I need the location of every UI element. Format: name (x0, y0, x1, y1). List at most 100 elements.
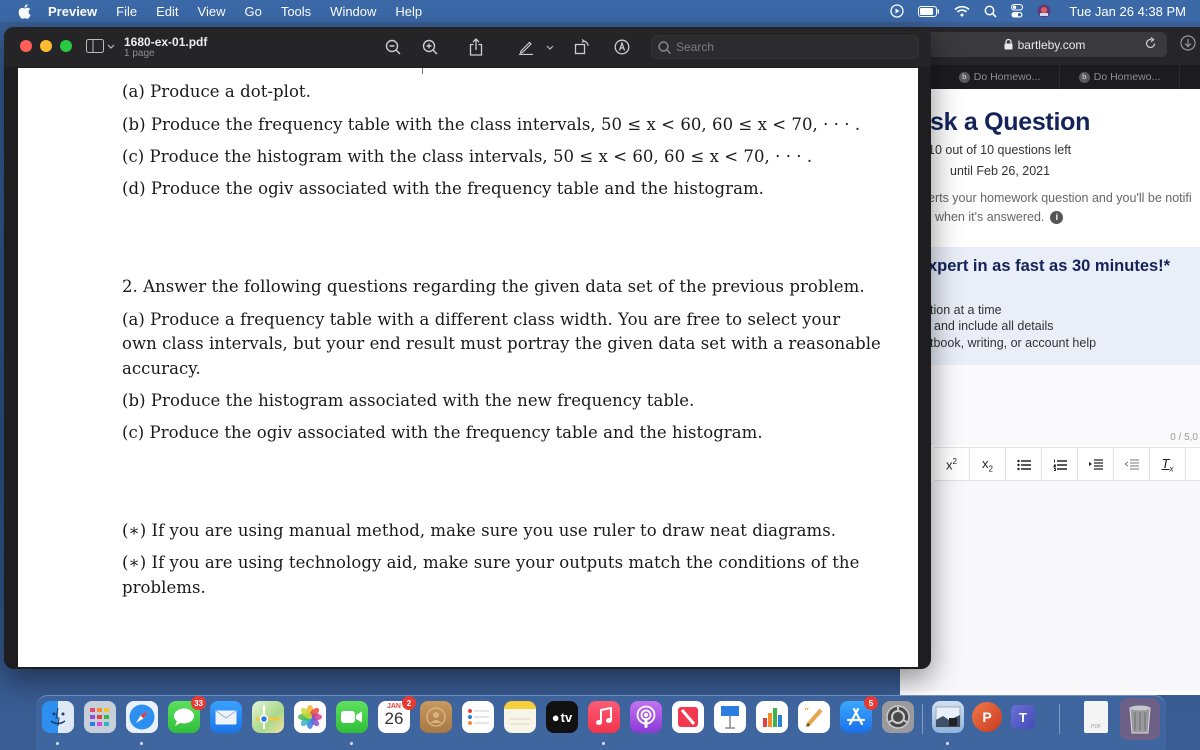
user-avatar-icon[interactable] (1037, 4, 1051, 18)
safari-tab-bar: b Do Homewo... b Do Homewo... (900, 65, 1200, 89)
sidebar-toggle-button[interactable] (86, 39, 115, 53)
numbered-list-button[interactable] (1042, 448, 1078, 481)
calendar-day: 26 (384, 709, 404, 728)
dock-app-store[interactable]: 5 (840, 696, 878, 733)
menu-app-preview[interactable]: Preview (48, 4, 97, 19)
chevron-down-icon (546, 45, 554, 50)
spotlight-icon[interactable] (984, 5, 997, 18)
dock-mail[interactable] (210, 701, 242, 733)
expert-info-box: xpert in as fast as 30 minutes!* tion at… (900, 247, 1200, 365)
menu-help[interactable]: Help (395, 4, 422, 19)
dock-podcasts[interactable] (630, 701, 662, 733)
dock-pages[interactable]: “ (798, 701, 830, 733)
clear-format-button[interactable]: Tx (1150, 448, 1186, 481)
close-window-button[interactable] (20, 40, 32, 52)
rotate-button[interactable] (572, 37, 592, 57)
dock-preview[interactable] (932, 701, 964, 733)
share-button[interactable] (466, 37, 486, 57)
markup-menu-button[interactable] (544, 37, 556, 57)
dock-messages[interactable]: 33 (168, 696, 206, 733)
dock-facetime[interactable] (336, 701, 368, 733)
menu-view[interactable]: View (198, 4, 226, 19)
dock-calendar[interactable]: JAN 26 2 (378, 696, 416, 733)
markup-pen-icon (519, 41, 533, 55)
subscript-button[interactable]: x2 (970, 448, 1006, 481)
calendar-badge: 2 (402, 696, 416, 710)
control-center-icon[interactable] (1011, 4, 1024, 18)
finder-icon (50, 707, 66, 727)
safari-tab[interactable]: b Do Homewo... (1060, 65, 1180, 89)
preview-titlebar: 1680-ex-01.pdf 1 page Search (4, 27, 931, 67)
dock-separator (1059, 704, 1060, 734)
pages-pen-icon: “ (804, 707, 823, 728)
menubar-clock[interactable]: Tue Jan 26 4:38 PM (1069, 4, 1186, 19)
problem1-part-a: (a) Produce a dot-plot. (122, 82, 311, 101)
dock-maps[interactable] (252, 701, 284, 733)
indent-icon (1088, 458, 1103, 470)
dock-finder[interactable] (42, 701, 74, 733)
wifi-icon[interactable] (954, 5, 970, 17)
keynote-podium-icon (721, 706, 739, 729)
news-icon (678, 707, 698, 727)
problem1-part-d: (d) Produce the ogiv associated with the… (122, 179, 764, 198)
dock-contacts[interactable] (420, 701, 452, 733)
dock-notes[interactable] (504, 701, 536, 733)
zoom-in-button[interactable] (420, 37, 440, 57)
dock-music[interactable] (588, 701, 620, 733)
bullet-list-button[interactable] (1006, 448, 1042, 481)
rotate-icon (574, 39, 589, 55)
markup-pen-button[interactable] (516, 37, 536, 57)
menu-window[interactable]: Window (330, 4, 376, 19)
notes-icon (510, 718, 530, 725)
address-bar[interactable]: bartleby.com (922, 32, 1167, 57)
preview-app-icon (935, 706, 961, 728)
screen-record-icon[interactable] (890, 4, 905, 18)
dock-tv[interactable]: ● tv (546, 701, 578, 733)
preview-window: 1680-ex-01.pdf 1 page Search (a) Produce… (4, 27, 931, 669)
facetime-camera-icon (341, 711, 362, 723)
tab-title: Do Homewo... (973, 71, 1041, 83)
subscript-icon: x2 (982, 455, 993, 474)
safari-tab[interactable]: b Do Homewo... (940, 65, 1060, 89)
dock-reminders[interactable] (462, 701, 494, 733)
battery-icon[interactable] (918, 5, 940, 17)
menu-edit[interactable]: Edit (156, 4, 178, 19)
chevron-down-icon (107, 44, 115, 49)
info-icon[interactable]: i (1050, 210, 1064, 224)
description-line: when it's answered. i (935, 210, 1064, 224)
dock-powerpoint[interactable]: P (971, 701, 1003, 733)
apple-menu-icon[interactable] (18, 3, 32, 19)
expert-heading: xpert in as fast as 30 minutes!* (928, 257, 1171, 275)
dock-trash[interactable] (1120, 698, 1160, 740)
indent-button[interactable] (1078, 448, 1114, 481)
reload-icon[interactable] (1144, 37, 1157, 50)
menu-tools[interactable]: Tools (281, 4, 311, 19)
dock-teams[interactable]: T (1007, 701, 1039, 733)
annotate-button[interactable] (612, 37, 632, 57)
zoom-out-button[interactable] (383, 37, 403, 57)
dock-numbers[interactable] (756, 701, 788, 733)
dock-photos[interactable] (294, 701, 326, 733)
search-input[interactable]: Search (651, 35, 919, 59)
superscript-button[interactable]: x2 (934, 448, 970, 481)
dock-keynote[interactable] (714, 701, 746, 733)
dock-system-preferences[interactable] (882, 701, 914, 733)
question-textarea[interactable] (900, 365, 1200, 445)
fullscreen-window-button[interactable] (60, 40, 72, 52)
downloads-icon[interactable] (1180, 35, 1196, 51)
mail-envelope-icon (215, 709, 237, 724)
dock-pdf-document[interactable]: PDF (1084, 701, 1108, 733)
status-area: Tue Jan 26 4:38 PM (890, 0, 1186, 22)
menu-file[interactable]: File (116, 4, 137, 19)
dock-news[interactable] (672, 701, 704, 733)
superscript-icon: x2 (946, 456, 957, 473)
menu-go[interactable]: Go (244, 4, 261, 19)
outdent-button[interactable] (1114, 448, 1150, 481)
running-indicator (350, 742, 353, 745)
dock-safari[interactable] (126, 701, 158, 733)
search-placeholder: Search (676, 40, 715, 54)
svg-text:“: “ (804, 707, 809, 718)
bartleby-page: sk a Question 10 out of 10 questions lef… (900, 89, 1200, 695)
minimize-window-button[interactable] (40, 40, 52, 52)
dock-launchpad[interactable] (84, 701, 116, 733)
